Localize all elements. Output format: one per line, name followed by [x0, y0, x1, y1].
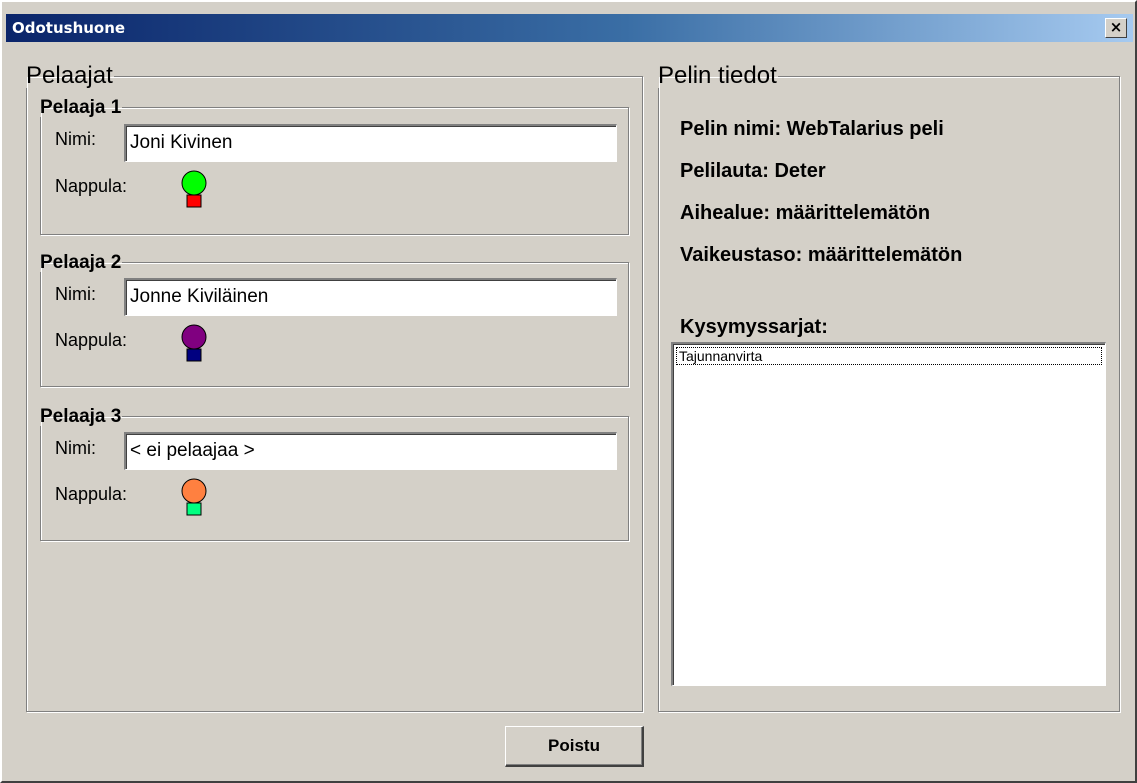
question-sets-label: Kysymyssarjat: [680, 316, 828, 338]
title-bar[interactable]: Odotushuone × [6, 14, 1133, 42]
player-1-name-label: Nimi: [55, 129, 96, 149]
player-2-title: Pelaaja 2 [40, 252, 122, 273]
player-1-group: Pelaaja 1 [40, 98, 629, 235]
player-1-token-label: Nappula: [55, 176, 128, 196]
player-2-token-icon[interactable] [179, 324, 209, 362]
player-3-token-label: Nappula: [55, 484, 128, 504]
player-3-name-field[interactable]: < ei pelaajaa > [124, 432, 617, 470]
close-icon: × [1109, 18, 1123, 36]
player-1-title: Pelaaja 1 [40, 97, 122, 118]
game-name-text: Pelin nimi: WebTalarius peli [680, 118, 944, 140]
close-button[interactable]: × [1105, 18, 1127, 38]
player-2-group: Pelaaja 2 [40, 253, 629, 387]
player-1-name-field[interactable]: Joni Kivinen [124, 124, 617, 162]
game-info-content: Pelin nimi: WebTalarius peli Pelilauta: … [658, 64, 1120, 712]
question-sets-list[interactable]: Tajunnanvirta [671, 342, 1106, 686]
player-2-name-field[interactable]: Jonne Kiviläinen [124, 278, 617, 316]
player-3-title: Pelaaja 3 [40, 406, 122, 427]
window-title: Odotushuone [12, 19, 126, 37]
exit-button[interactable]: Poistu [505, 726, 644, 767]
list-item[interactable]: Tajunnanvirta [676, 347, 1102, 365]
difficulty-text: Vaikeustaso: määrittelemätön [680, 244, 963, 266]
waiting-room-window: Odotushuone × Pelaajat Pelaaja 1 Nimi: J… [0, 0, 1137, 783]
players-group-title: Pelaajat [26, 62, 113, 89]
player-1-token-icon[interactable] [179, 170, 209, 208]
player-2-name-label: Nimi: [55, 284, 96, 304]
player-3-token-icon[interactable] [179, 478, 209, 516]
player-2-token-label: Nappula: [55, 330, 128, 350]
player-3-group: Pelaaja 3 [40, 407, 629, 541]
board-text: Pelilauta: Deter [680, 160, 826, 182]
topic-text: Aihealue: määrittelemätön [680, 202, 931, 224]
player-3-name-label: Nimi: [55, 438, 96, 458]
